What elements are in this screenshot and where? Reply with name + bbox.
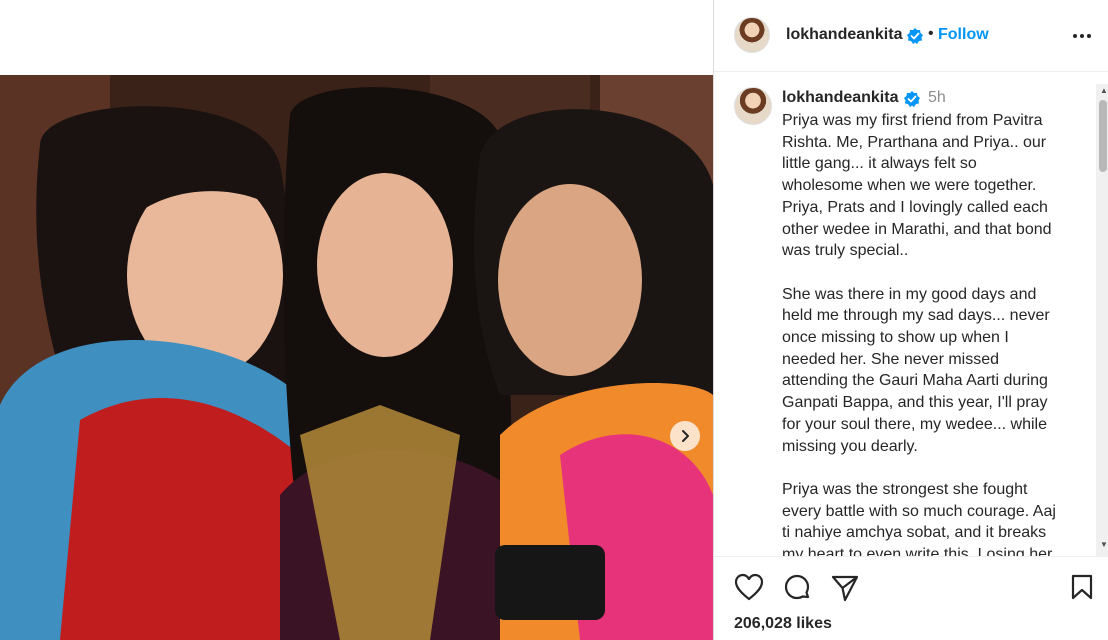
media-top-blank [0, 0, 713, 75]
post-time[interactable]: 5h [928, 89, 946, 107]
verified-badge-icon [907, 28, 923, 44]
comment-icon[interactable] [782, 573, 812, 603]
verified-badge-icon [904, 91, 920, 107]
avatar[interactable] [734, 17, 770, 53]
caption-area: lokhandeankita 5h Priya was my first fri… [714, 73, 1108, 556]
chevron-right-icon [682, 430, 689, 442]
post-sidebar: lokhandeankita • Follow lokhandeankita 5… [713, 0, 1108, 640]
post-photo [0, 75, 713, 640]
separator-dot: • [928, 25, 934, 42]
header-username[interactable]: lokhandeankita [786, 26, 902, 44]
caption-username[interactable]: lokhandeankita [782, 89, 898, 106]
share-icon[interactable] [830, 573, 860, 603]
bookmark-icon[interactable] [1070, 573, 1094, 601]
post-image[interactable] [0, 75, 713, 640]
caption-avatar[interactable] [734, 87, 772, 125]
caption-username-wrap: lokhandeankita [782, 89, 898, 107]
scroll-thumb[interactable] [1099, 100, 1107, 172]
scroll-up-arrow[interactable]: ▲ [1100, 86, 1108, 95]
caption-text: Priya was my first friend from Pavitra R… [782, 112, 1056, 556]
likes-count[interactable]: 206,028 likes [734, 615, 832, 633]
post-header: lokhandeankita • Follow [714, 0, 1108, 72]
scroll-down-arrow[interactable]: ▼ [1100, 540, 1108, 549]
next-image-button[interactable] [670, 421, 700, 451]
more-options-icon[interactable] [1072, 26, 1092, 46]
post-actions: 206,028 likes [714, 556, 1108, 640]
follow-button[interactable]: Follow [938, 26, 989, 44]
heart-icon[interactable] [734, 573, 764, 601]
